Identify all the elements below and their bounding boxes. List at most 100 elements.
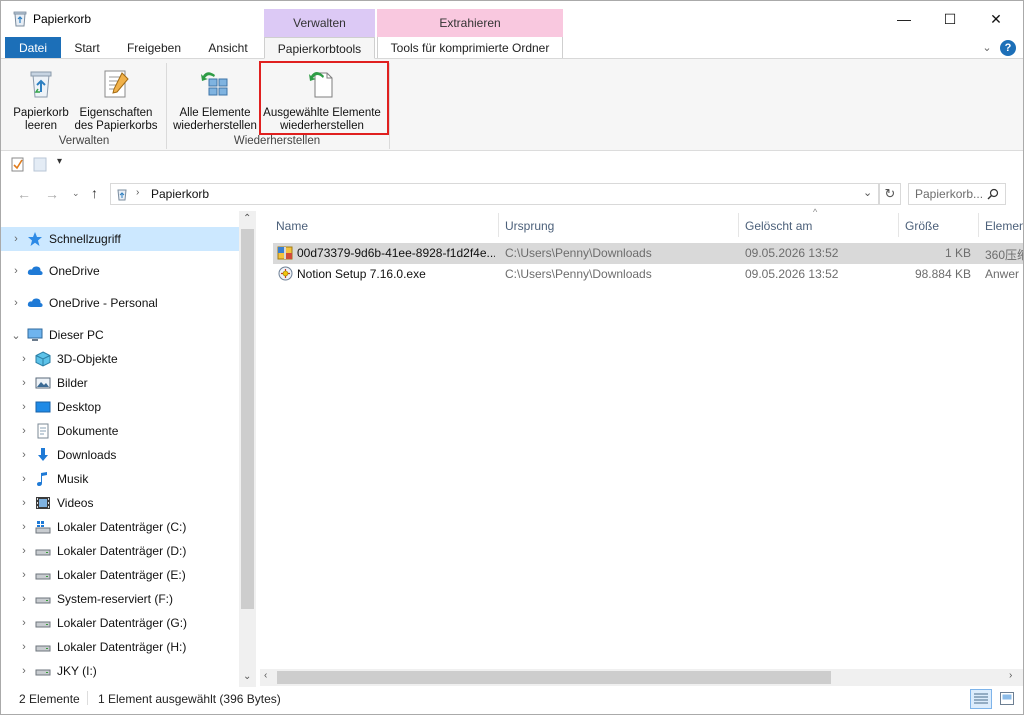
sidebar-item-lokaler-datenträger-d[interactable]: › Lokaler Datenträger (D:) — [1, 539, 239, 563]
sidebar-item-lokaler-datenträger-h[interactable]: › Lokaler Datenträger (H:) — [1, 635, 239, 659]
chevron-right-icon[interactable]: › — [17, 353, 31, 365]
help-icon[interactable]: ? — [1000, 40, 1016, 56]
chevron-right-icon[interactable]: › — [17, 569, 31, 581]
sidebar-item-label: Bilder — [57, 376, 88, 390]
chevron-right-icon[interactable]: › — [17, 521, 31, 533]
details-view-icon[interactable] — [970, 689, 992, 709]
sidebar-item-dokumente[interactable]: › Dokumente — [1, 419, 239, 443]
tab-start[interactable]: Start — [63, 37, 111, 59]
tab-ansicht[interactable]: Ansicht — [199, 37, 257, 59]
breadcrumb-papierkorb[interactable]: Papierkorb — [151, 187, 209, 201]
sidebar-item-downloads[interactable]: › Downloads — [1, 443, 239, 467]
new-folder-icon[interactable] — [33, 156, 47, 172]
close-button[interactable]: ✕ — [973, 1, 1019, 37]
column-header-type[interactable]: Elemen — [985, 211, 1023, 239]
column-header-name[interactable]: Name — [276, 211, 496, 239]
drive-icon — [35, 549, 51, 556]
sidebar-item-schnellzugriff[interactable]: › Schnellzugriff — [1, 227, 239, 251]
file-row[interactable]: Notion Setup 7.16.0.exe C:\Users\Penny\D… — [273, 264, 1023, 285]
nav-scroll-thumb[interactable] — [241, 229, 254, 609]
recent-locations-chevron-icon[interactable]: ⌄ — [72, 188, 80, 199]
properties-icon — [104, 70, 129, 98]
list-scroll-thumb[interactable] — [277, 671, 831, 684]
chevron-right-icon[interactable]: › — [17, 641, 31, 653]
sidebar-item-jky-i[interactable]: › JKY (I:) — [1, 659, 239, 683]
sidebar-item-lokaler-datenträger-g[interactable]: › Lokaler Datenträger (G:) — [1, 611, 239, 635]
file-row[interactable]: 00d73379-9d6b-41ee-8928-f1d2f4e... C:\Us… — [273, 243, 1023, 264]
chevron-right-icon[interactable]: › — [17, 401, 31, 413]
nav-scrollbar[interactable]: ⌃ ⌄ — [239, 211, 256, 687]
large-icons-view-icon[interactable] — [997, 689, 1019, 709]
column-separator[interactable] — [978, 213, 979, 237]
qat-dropdown-icon[interactable]: ▾ — [57, 156, 62, 167]
sidebar-item-system-reserviert-f[interactable]: › System-reserviert (F:) — [1, 587, 239, 611]
chevron-right-icon[interactable]: › — [9, 233, 23, 245]
sidebar-item-onedrive-personal[interactable]: › OneDrive - Personal — [1, 291, 239, 315]
address-bar[interactable]: › Papierkorb ⌄ — [110, 183, 879, 205]
back-arrow-icon[interactable]: ← — [17, 186, 31, 202]
properties-check-icon[interactable] — [11, 156, 25, 172]
chevron-right-icon[interactable]: › — [17, 497, 31, 509]
column-header-deleted[interactable]: Gelöscht am — [745, 211, 895, 239]
restore-all-button[interactable]: Alle Elemente wiederherstellen — [169, 67, 261, 133]
restore-all-label-2: wiederherstellen — [173, 120, 257, 132]
sidebar-item-label: Lokaler Datenträger (G:) — [57, 616, 188, 630]
column-separator[interactable] — [738, 213, 739, 237]
tab-tools-komprimierte-ordner[interactable]: Tools für komprimierte Ordner — [377, 37, 563, 59]
column-header-origin[interactable]: Ursprung — [505, 211, 735, 239]
forward-arrow-icon[interactable]: → — [45, 186, 59, 202]
scroll-up-icon[interactable]: ⌃ — [243, 213, 251, 224]
search-placeholder: Papierkorb... — [915, 187, 984, 201]
chevron-right-icon[interactable]: › — [17, 665, 31, 677]
column-separator[interactable] — [898, 213, 899, 237]
chevron-down-icon[interactable]: ⌄ — [980, 41, 994, 55]
chevron-down-icon[interactable]: ⌄ — [9, 329, 23, 342]
empty-recycle-bin-button[interactable]: Papierkorb leeren — [9, 67, 73, 133]
file-name[interactable]: Notion Setup 7.16.0.exe — [297, 267, 495, 281]
sidebar-item-desktop[interactable]: › Desktop — [1, 395, 239, 419]
chevron-right-icon[interactable]: › — [17, 425, 31, 437]
recycle-bin-properties-button[interactable]: Eigenschaften des Papierkorbs — [73, 67, 159, 133]
zip-archive-icon — [277, 246, 293, 260]
scroll-right-icon[interactable]: › — [1009, 670, 1012, 681]
chevron-right-icon[interactable]: › — [17, 449, 31, 461]
chevron-right-icon[interactable]: › — [17, 377, 31, 389]
downloads-icon — [38, 448, 48, 461]
cube-icon — [35, 351, 51, 367]
sidebar-item-dieser-pc[interactable]: ⌄ Dieser PC — [1, 323, 239, 347]
chevron-right-icon[interactable]: › — [9, 297, 23, 309]
tab-papierkorbtools[interactable]: Papierkorbtools — [264, 37, 375, 59]
scroll-left-icon[interactable]: ‹ — [264, 670, 267, 681]
sidebar-item-lokaler-datenträger-e[interactable]: › Lokaler Datenträger (E:) — [1, 563, 239, 587]
sidebar-item-bilder[interactable]: › Bilder — [1, 371, 239, 395]
search-input[interactable]: Papierkorb... — [908, 183, 1006, 205]
sidebar-item-label: Desktop — [57, 400, 102, 414]
minimize-button[interactable]: — — [881, 1, 927, 37]
chevron-right-icon[interactable]: › — [17, 473, 31, 485]
sidebar-item-label: Dokumente — [57, 424, 119, 438]
refresh-icon[interactable]: ↻ — [879, 183, 901, 205]
chevron-right-icon[interactable]: › — [17, 617, 31, 629]
chevron-right-icon[interactable]: › — [17, 593, 31, 605]
tab-datei[interactable]: Datei — [5, 37, 61, 59]
sidebar-item-videos[interactable]: › Videos — [1, 491, 239, 515]
maximize-button[interactable]: ☐ — [927, 1, 973, 37]
sidebar-item-musik[interactable]: › Musik — [1, 467, 239, 491]
file-name[interactable]: 00d73379-9d6b-41ee-8928-f1d2f4e... — [297, 246, 495, 260]
chevron-right-icon[interactable]: › — [17, 545, 31, 557]
recycle-bin-icon — [13, 11, 27, 27]
address-dropdown-icon[interactable]: ⌄ — [863, 186, 872, 199]
chevron-right-icon[interactable]: › — [9, 265, 23, 277]
sidebar-item-lokaler-datenträger-c[interactable]: › Lokaler Datenträger (C:) — [1, 515, 239, 539]
sidebar-item-label: OneDrive — [49, 264, 100, 278]
sidebar-item-onedrive[interactable]: › OneDrive — [1, 259, 239, 283]
column-header-size[interactable]: Größe — [905, 211, 977, 239]
column-separator[interactable] — [498, 213, 499, 237]
sidebar-item-label: JKY (I:) — [57, 664, 97, 678]
breadcrumb-chevron-icon[interactable]: › — [136, 187, 139, 198]
sidebar-item-3d-objekte[interactable]: › 3D-Objekte — [1, 347, 239, 371]
up-arrow-icon[interactable]: ↑ — [91, 185, 98, 201]
tab-freigeben[interactable]: Freigeben — [119, 37, 189, 59]
scroll-down-icon[interactable]: ⌄ — [243, 671, 251, 682]
search-icon[interactable] — [987, 188, 999, 200]
